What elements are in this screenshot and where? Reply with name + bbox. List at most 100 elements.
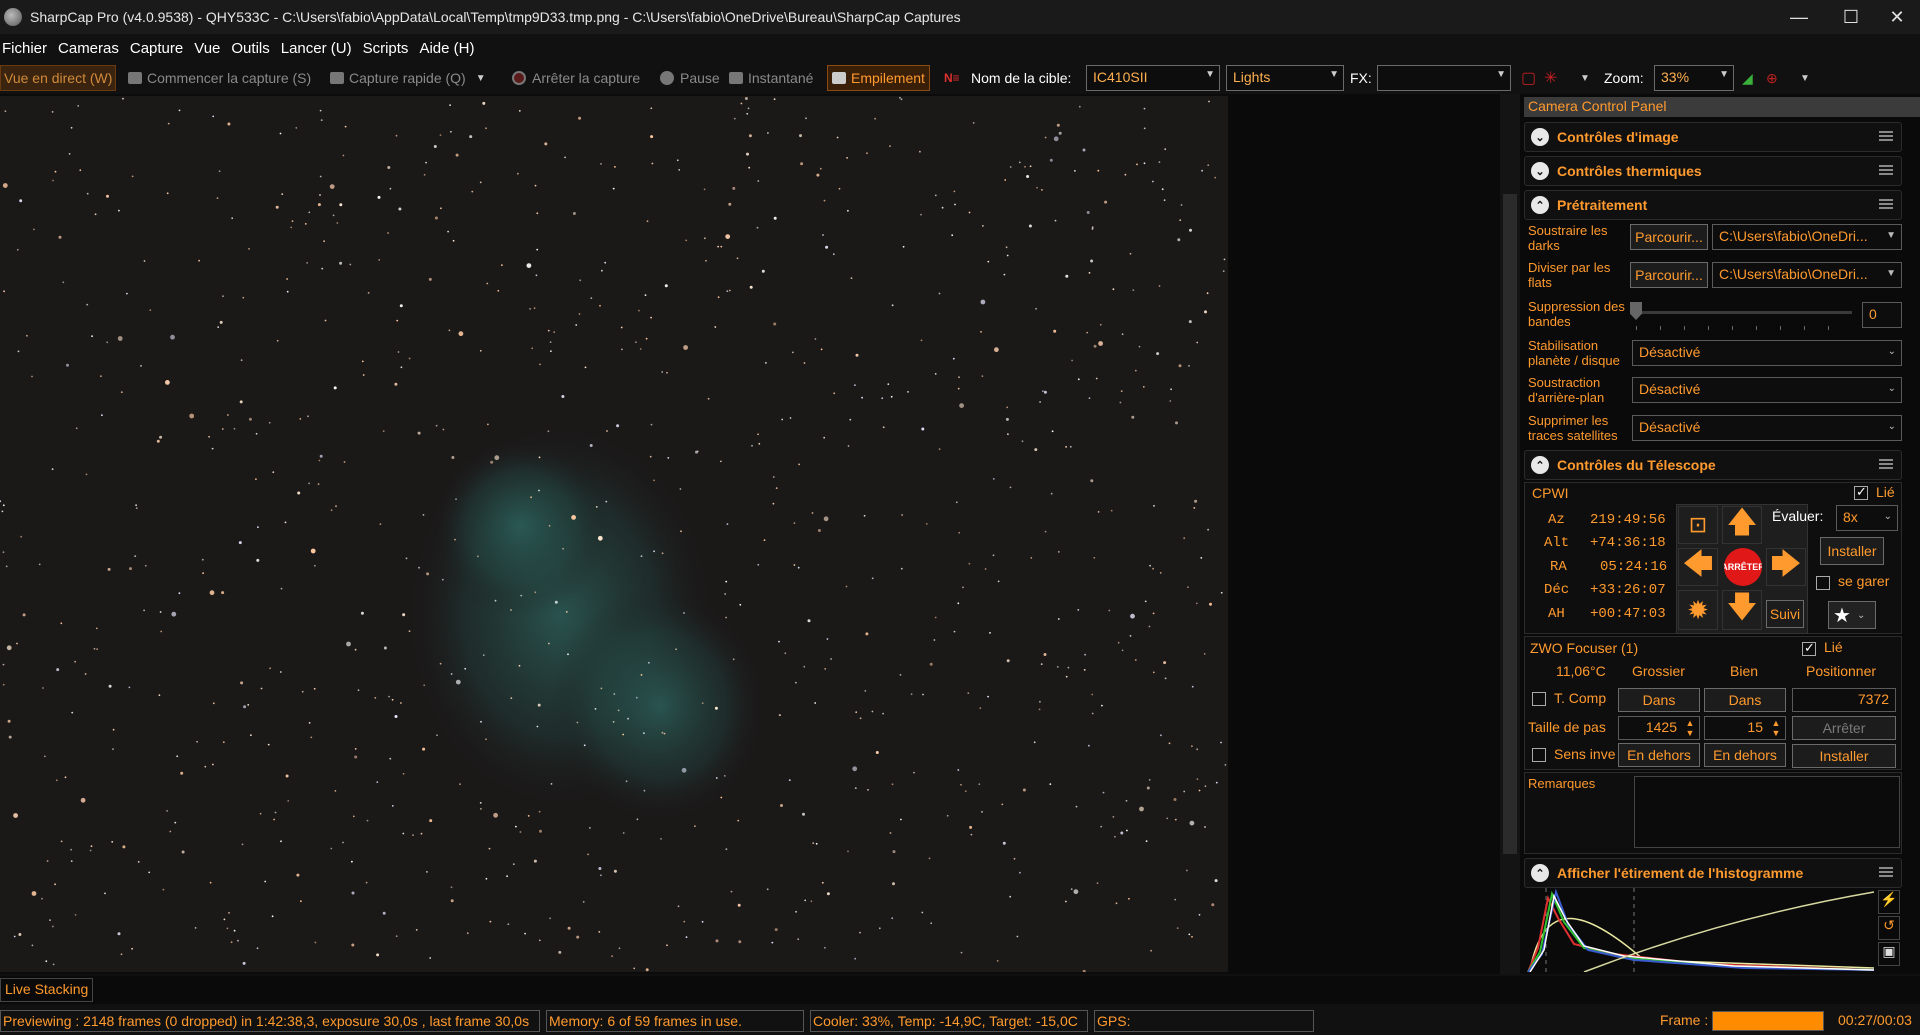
minimize-button[interactable]: —	[1776, 0, 1822, 34]
park-checkbox[interactable]	[1816, 576, 1830, 590]
track-button[interactable]: Suivi	[1766, 600, 1804, 628]
banding-slider-track[interactable]	[1634, 311, 1852, 314]
flats-browse-button[interactable]: Parcourir...	[1630, 262, 1708, 288]
darks-path-combo[interactable]: C:\Users\fabio\OneDri... ▼	[1712, 224, 1902, 250]
hamburger-icon[interactable]	[1879, 165, 1893, 175]
reticle-icon[interactable]: ✳	[1544, 65, 1557, 91]
focus-in-fine-button[interactable]: Dans	[1704, 688, 1786, 712]
frame-overlay-icon[interactable]: ▢	[1521, 65, 1536, 91]
section-preprocessing[interactable]: ⌃ Prétraitement	[1524, 190, 1902, 220]
chevron-down-icon: ▼	[1719, 69, 1729, 80]
spinner-icon[interactable]: ▲ ▼	[1768, 718, 1784, 738]
reverse-checkbox[interactable]	[1532, 748, 1546, 762]
section-telescope[interactable]: ⌃ Contrôles du Télescope	[1524, 450, 1902, 480]
chevron-down-icon: ⌄	[1887, 346, 1896, 357]
focuser-stop-button[interactable]: Arrêter	[1792, 716, 1896, 740]
chevron-down-icon[interactable]: ▼	[1800, 65, 1810, 91]
focuser-linked-checkbox[interactable]	[1802, 640, 1816, 656]
menu-aide[interactable]: Aide (H)	[417, 40, 483, 57]
coord-alt-key: Alt	[1544, 535, 1570, 551]
snapshot-button[interactable]: Instantané	[729, 65, 813, 91]
arrow-down-icon[interactable]: 🡇	[1722, 590, 1762, 630]
home-target-icon[interactable]: ✹	[1678, 590, 1718, 630]
stop-button[interactable]: ARRÊTER	[1724, 548, 1762, 586]
close-button[interactable]: ✕	[1874, 0, 1920, 34]
menu-vue[interactable]: Vue	[192, 40, 229, 57]
panel-scrollbar[interactable]	[1500, 94, 1520, 974]
rate-label: Évaluer:	[1772, 508, 1824, 524]
focus-in-coarse-button[interactable]: Dans	[1618, 688, 1700, 712]
auto-stretch-icon[interactable]: ⚡	[1878, 890, 1900, 914]
chevron-down-icon[interactable]: ⌄	[1531, 128, 1549, 146]
arrow-right-icon[interactable]: 🡆	[1766, 548, 1806, 586]
focus-out-fine-button[interactable]: En dehors	[1704, 743, 1786, 767]
hamburger-icon[interactable]	[1879, 131, 1893, 141]
hamburger-icon[interactable]	[1879, 459, 1893, 469]
live-stacking-tab[interactable]: Live Stacking	[0, 978, 94, 1002]
stabilization-combo[interactable]: Désactivé ⌄	[1632, 340, 1902, 366]
section-thermal-controls[interactable]: ⌄ Contrôles thermiques	[1524, 156, 1902, 186]
chevron-up-icon[interactable]: ⌃	[1531, 864, 1549, 882]
spiral-search-icon[interactable]: ⊡	[1678, 506, 1718, 544]
tcomp-checkbox[interactable]	[1532, 692, 1546, 706]
spinner-icon[interactable]: ▲ ▼	[1682, 718, 1698, 738]
menu-fichier[interactable]: Fichier	[0, 40, 56, 57]
menu-capture[interactable]: Capture	[128, 40, 192, 57]
zoom-combo[interactable]: 33% ▼	[1654, 65, 1734, 91]
zoom-icon[interactable]: ⊕	[1766, 65, 1778, 91]
live-view-button[interactable]: Vue en direct (W)	[0, 65, 117, 91]
coord-ra-value: 05:24:16	[1600, 559, 1668, 575]
stacking-button[interactable]: Empilement	[827, 65, 930, 91]
fine-label: Bien	[1730, 663, 1759, 679]
rate-combo[interactable]: 8x ⌄	[1836, 505, 1898, 531]
banding-value-field[interactable]: 0	[1862, 302, 1902, 328]
quick-capture-button[interactable]: Capture rapide (Q) ▼	[330, 65, 486, 91]
chevron-down-icon[interactable]: ▼	[1580, 65, 1590, 91]
flats-path-combo[interactable]: C:\Users\fabio\OneDri... ▼	[1712, 262, 1902, 288]
bottom-tabs-bar	[0, 976, 1920, 1004]
section-histogram[interactable]: ⌃ Afficher l'étirement de l'histogramme	[1524, 858, 1902, 888]
telescope-linked-label: Lié	[1876, 484, 1895, 500]
satellite-combo[interactable]: Désactivé ⌄	[1632, 415, 1902, 441]
menu-scripts[interactable]: Scripts	[361, 40, 418, 57]
fx-combo[interactable]: ▼	[1377, 65, 1511, 91]
star-target-button[interactable]: ★ ⌄	[1828, 601, 1876, 629]
menu-lancer[interactable]: Lancer (U)	[279, 40, 361, 57]
stop-capture-button[interactable]: Arrêter la capture	[512, 65, 640, 91]
focus-out-coarse-button[interactable]: En dehors	[1618, 743, 1700, 767]
darks-browse-button[interactable]: Parcourir...	[1630, 224, 1708, 250]
chevron-up-icon[interactable]: ⌃	[1531, 196, 1549, 214]
hamburger-icon[interactable]	[1879, 199, 1893, 209]
pause-button[interactable]: Pause	[660, 65, 720, 91]
start-capture-button[interactable]: Commencer la capture (S)	[128, 65, 311, 91]
star-icon: ★	[1833, 604, 1851, 627]
frame-type-combo[interactable]: Lights ▼	[1226, 65, 1344, 91]
telescope-linked-checkbox[interactable]	[1854, 484, 1868, 500]
background-combo[interactable]: Désactivé ⌄	[1632, 377, 1902, 403]
histogram-chart[interactable]	[1524, 888, 1876, 972]
menu-outils[interactable]: Outils	[229, 40, 278, 57]
star-field-image[interactable]	[0, 96, 1228, 972]
focuser-name: ZWO Focuser (1)	[1530, 640, 1639, 656]
histogram-icon[interactable]: ◢	[1742, 65, 1753, 91]
target-name-combo[interactable]: IC410SII ▼	[1086, 65, 1220, 91]
viewport-background	[1230, 94, 1500, 974]
reset-icon[interactable]: ↺	[1878, 916, 1900, 940]
section-image-controls[interactable]: ⌄ Contrôles d'image	[1524, 122, 1902, 152]
chevron-down-icon[interactable]: ▼	[476, 73, 486, 84]
chevron-down-icon[interactable]: ⌄	[1531, 162, 1549, 180]
position-field[interactable]: 7372	[1792, 688, 1896, 712]
hamburger-icon[interactable]	[1879, 867, 1893, 877]
chevron-down-icon: ⌄	[1887, 383, 1896, 394]
save-icon[interactable]: ▣	[1878, 942, 1900, 966]
park-label: se garer	[1838, 573, 1890, 589]
menu-cameras[interactable]: Cameras	[56, 40, 128, 57]
arrow-left-icon[interactable]: 🡄	[1678, 548, 1718, 586]
scrollbar-thumb[interactable]	[1503, 194, 1517, 854]
maximize-button[interactable]: ☐	[1828, 0, 1874, 34]
telescope-install-button[interactable]: Installer	[1820, 537, 1884, 565]
arrow-up-icon[interactable]: 🡅	[1722, 506, 1762, 544]
focuser-install-button[interactable]: Installer	[1792, 744, 1896, 768]
chevron-up-icon[interactable]: ⌃	[1531, 456, 1549, 474]
notes-textarea[interactable]	[1634, 776, 1900, 848]
